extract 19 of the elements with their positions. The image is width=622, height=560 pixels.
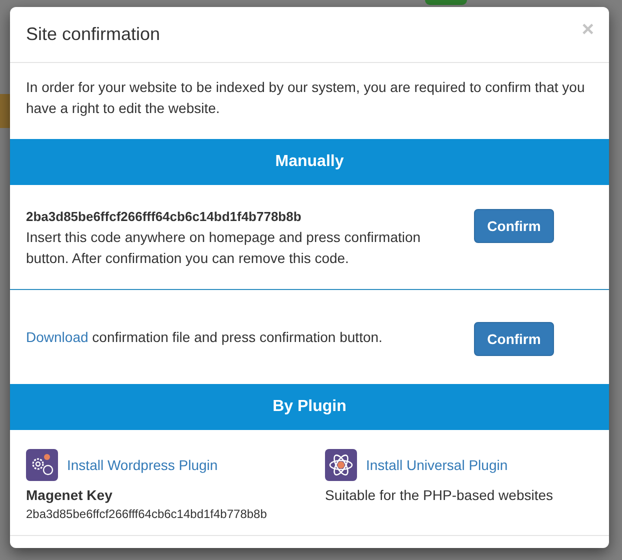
instruction-text: Download confirmation file and press confirmation button. bbox=[26, 328, 384, 347]
section-header: Manually bbox=[10, 139, 609, 185]
section-header: By Plugin bbox=[10, 384, 609, 430]
banner-strip bbox=[0, 94, 10, 128]
badge-shape bbox=[425, 0, 467, 5]
key-value: 2ba3d85be6ffcf266fff64cb6c14bd1f4b778b8b bbox=[26, 506, 268, 520]
gear-plugin-icon bbox=[26, 448, 58, 480]
key-label: Magenet Key bbox=[26, 486, 114, 502]
dialog-title: Site confirmation bbox=[26, 24, 160, 45]
instruction-text: Insert this code anywhere on homepage and press confirmation button. After confirmation you can remove this code. bbox=[26, 228, 422, 268]
plugin-description: Suitable for the PHP-based websites bbox=[325, 486, 554, 502]
intro-text: In order for your website to be indexed by our system, you are required to confirm that you have a right to edit the website. bbox=[25, 78, 586, 118]
atom-icon bbox=[325, 448, 357, 480]
confirm-button[interactable]: Confirm bbox=[474, 209, 554, 243]
verification-code: 2ba3d85be6ffcf266fff64cb6c14bd1f4b778b8b bbox=[26, 208, 302, 226]
install-plugin-link[interactable]: Install Wordpress Plugin bbox=[67, 456, 218, 472]
confirm-button[interactable]: Confirm bbox=[474, 322, 554, 356]
install-plugin-link[interactable]: Install Universal Plugin bbox=[366, 456, 508, 472]
download-link[interactable]: Download bbox=[26, 329, 88, 345]
